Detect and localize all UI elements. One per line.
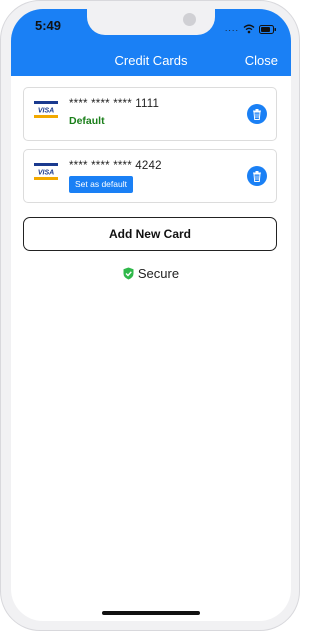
close-button[interactable]: Close <box>245 53 278 68</box>
screen: 5:49 .... Credit Cards Close VISA **** *… <box>11 9 291 621</box>
card-number: **** **** **** 4242 <box>69 160 162 172</box>
shield-check-icon <box>123 267 134 280</box>
signal-dots: .... <box>224 24 239 33</box>
trash-icon <box>252 108 262 120</box>
camera-dot <box>183 13 196 26</box>
status-time: 5:49 <box>35 18 62 33</box>
wifi-icon <box>243 19 255 38</box>
secure-indicator: Secure <box>11 266 291 281</box>
header-bar: 5:49 .... Credit Cards Close <box>11 9 291 76</box>
secure-label: Secure <box>137 266 180 281</box>
add-new-card-button[interactable]: Add New Card <box>23 217 277 251</box>
phone-frame: 5:49 .... Credit Cards Close VISA **** *… <box>0 0 300 631</box>
set-default-button[interactable]: Set as default <box>69 176 133 193</box>
trash-icon <box>252 170 262 182</box>
notch <box>87 9 215 35</box>
default-label: Default <box>69 115 105 127</box>
card-item[interactable]: VISA **** **** **** 4242 Set as default <box>23 149 277 203</box>
visa-icon: VISA <box>34 101 58 119</box>
visa-icon: VISA <box>34 163 58 181</box>
delete-card-button[interactable] <box>247 166 267 186</box>
card-number: **** **** **** 1111 <box>69 98 160 110</box>
svg-text:VISA: VISA <box>38 170 54 177</box>
delete-card-button[interactable] <box>247 104 267 124</box>
svg-text:VISA: VISA <box>38 108 54 115</box>
card-item[interactable]: VISA **** **** **** 1111 Default <box>23 87 277 141</box>
home-indicator[interactable] <box>102 611 200 615</box>
battery-icon <box>259 19 277 38</box>
status-icons: .... <box>225 19 277 38</box>
